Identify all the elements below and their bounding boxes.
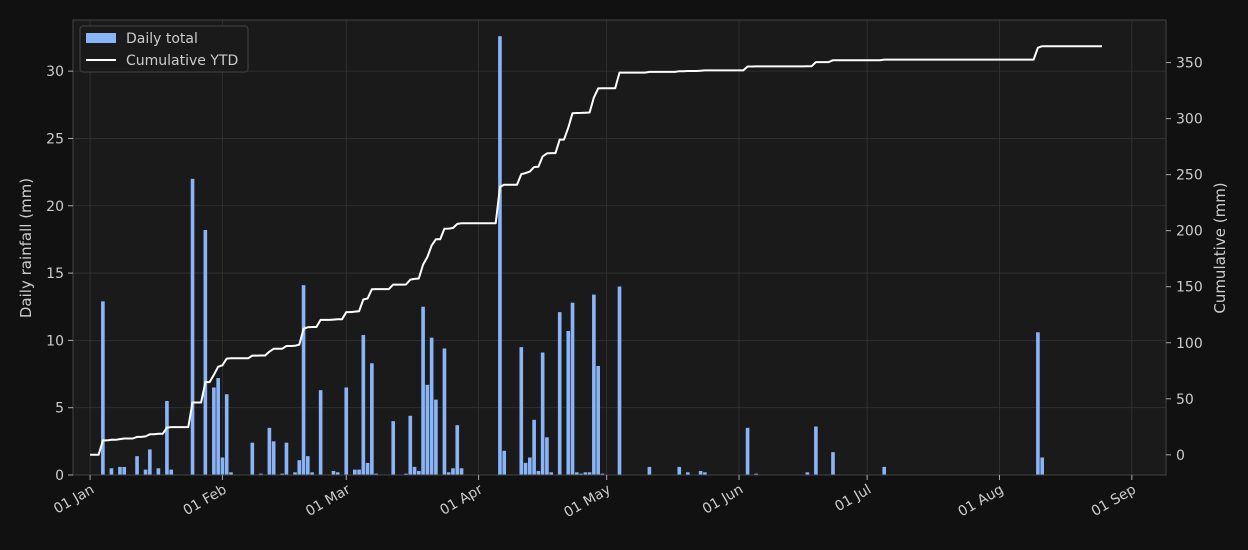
rain-bar	[318, 390, 323, 475]
rain-bar	[831, 452, 835, 475]
y-tick-label: 25	[46, 131, 64, 147]
rain-bar	[122, 466, 127, 475]
rain-bar	[203, 230, 208, 475]
rain-bar	[224, 394, 229, 475]
rain-bar	[391, 421, 396, 475]
rain-bar	[220, 457, 225, 475]
rain-bar	[365, 462, 370, 475]
y2-axis-label: Cumulative (mm)	[1211, 182, 1229, 313]
y2-tick-label: 250	[1176, 168, 1203, 184]
rain-bar	[135, 456, 139, 475]
y-axis-label: Daily rainfall (mm)	[17, 178, 35, 318]
chart-container: 01 Jan 01 Feb 01 Mar 01 Apr 01 May 01 Jun 01 J…	[0, 0, 1248, 546]
rain-bar	[502, 450, 507, 475]
rain-bar	[148, 449, 152, 475]
rain-bar	[267, 427, 272, 475]
rain-bar	[545, 437, 549, 475]
rain-bar	[190, 178, 195, 475]
rain-bar	[592, 294, 596, 475]
rain-bar	[250, 442, 255, 475]
rain-bar	[425, 384, 430, 475]
rain-bar	[357, 469, 361, 475]
legend-bar-swatch	[86, 33, 116, 43]
y-tick-label: 15	[46, 266, 64, 282]
rain-bar	[421, 306, 425, 475]
rain-bar	[212, 387, 216, 475]
y-tick-label: 20	[46, 199, 64, 215]
rain-bar	[216, 378, 220, 475]
rain-bar	[647, 466, 652, 475]
legend: Daily total Cumulative YTD	[79, 25, 249, 73]
rain-bar	[417, 470, 421, 475]
rain-bar	[284, 442, 289, 475]
legend-line-label: Cumulative YTD	[126, 53, 238, 69]
rain-bar	[523, 462, 528, 475]
rain-bar	[370, 363, 374, 475]
rain-bar	[301, 285, 306, 475]
rain-bar	[169, 469, 174, 475]
rain-bar	[540, 352, 545, 475]
y-tick-label: 0	[55, 468, 64, 484]
rain-bar	[331, 470, 336, 475]
y-tick-label: 10	[46, 333, 64, 349]
rain-bar	[434, 399, 438, 475]
rainfall-chart: 01 Jan 01 Feb 01 Mar 01 Apr 01 May 01 Jun 01 J…	[0, 0, 1248, 546]
rain-bar	[352, 469, 357, 475]
y2-tick-label: 200	[1176, 224, 1203, 240]
rain-bar	[344, 387, 349, 475]
rain-bar	[361, 335, 366, 475]
rain-bar	[101, 301, 105, 475]
y2-tick-label: 150	[1176, 280, 1203, 296]
y2-tick-label: 50	[1176, 392, 1194, 408]
rain-bar	[677, 466, 682, 475]
rain-bar	[745, 427, 750, 475]
rain-bar	[455, 425, 460, 475]
y-tick-label: 30	[46, 64, 64, 80]
y2-tick-label: 0	[1176, 448, 1185, 464]
rain-bar	[408, 415, 413, 475]
rain-bar	[566, 330, 571, 475]
rain-bar	[1040, 457, 1044, 475]
y-tick-label: 5	[55, 401, 64, 417]
rain-bar	[596, 365, 600, 475]
rain-bar	[498, 36, 502, 476]
rain-bar	[118, 466, 122, 475]
y2-tick-label: 100	[1176, 336, 1203, 352]
rain-bar	[814, 426, 818, 475]
rain-bar	[442, 348, 447, 475]
rain-bar	[557, 312, 562, 475]
rain-bar	[165, 400, 169, 475]
rain-bar	[109, 468, 114, 475]
rain-bar	[882, 466, 887, 475]
rain-bar	[532, 419, 536, 475]
y2-tick-label: 300	[1176, 112, 1203, 128]
rain-bar	[297, 460, 302, 475]
legend-bar-label: Daily total	[126, 31, 198, 47]
rain-bar	[451, 468, 455, 475]
rain-bar	[1036, 332, 1040, 475]
y2-tick-label: 350	[1176, 56, 1203, 72]
rain-bar	[698, 470, 703, 475]
rain-bar	[617, 286, 622, 475]
rain-bar	[412, 466, 417, 475]
rain-bar	[306, 456, 310, 475]
rain-bar	[143, 469, 148, 475]
rain-bar	[459, 468, 464, 475]
rain-bar	[271, 441, 276, 475]
rain-bar	[519, 347, 524, 475]
rain-bar	[156, 468, 161, 475]
rain-bar	[536, 470, 541, 475]
rain-bar	[570, 302, 575, 475]
rain-bar	[429, 337, 434, 475]
rain-bar	[528, 457, 532, 475]
